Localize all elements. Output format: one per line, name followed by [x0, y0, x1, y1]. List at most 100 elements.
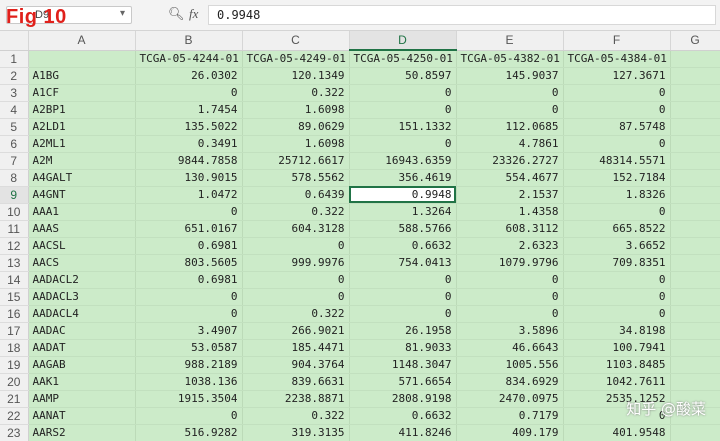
cell-f4[interactable]: 0 [563, 101, 671, 119]
cell-e13[interactable]: 1079.9796 [456, 254, 564, 272]
cell-e1[interactable]: TCGA-05-4382-01 [456, 50, 564, 68]
cell-c8[interactable]: 578.5562 [242, 169, 350, 187]
cell-e18[interactable]: 46.6643 [456, 339, 564, 357]
cell-a8[interactable]: A4GALT [28, 169, 136, 187]
cell-f17[interactable]: 34.8198 [563, 322, 671, 340]
cell-a13[interactable]: AACS [28, 254, 136, 272]
cell-a3[interactable]: A1CF [28, 84, 136, 102]
cell-e8[interactable]: 554.4677 [456, 169, 564, 187]
row-header[interactable]: 1 [0, 50, 29, 68]
cell-f19[interactable]: 1103.8485 [563, 356, 671, 374]
cell-b8[interactable]: 130.9015 [135, 169, 243, 187]
cell-b3[interactable]: 0 [135, 84, 243, 102]
cell-e11[interactable]: 608.3112 [456, 220, 564, 238]
cell-c13[interactable]: 999.9976 [242, 254, 350, 272]
cell-c17[interactable]: 266.9021 [242, 322, 350, 340]
row-header[interactable]: 22 [0, 407, 29, 425]
cell-b22[interactable]: 0 [135, 407, 243, 425]
cell-f8[interactable]: 152.7184 [563, 169, 671, 187]
cell-d9[interactable]: 0.9948 [349, 186, 457, 204]
row-header[interactable]: 11 [0, 220, 29, 238]
cell-a1[interactable] [28, 50, 136, 68]
cell-f12[interactable]: 3.6652 [563, 237, 671, 255]
formula-input[interactable]: 0.9948 [208, 5, 716, 25]
cell-g12[interactable] [670, 237, 720, 255]
cell-a21[interactable]: AAMP [28, 390, 136, 408]
cell-a22[interactable]: AANAT [28, 407, 136, 425]
cell-c20[interactable]: 839.6631 [242, 373, 350, 391]
cell-e10[interactable]: 1.4358 [456, 203, 564, 221]
cell-d20[interactable]: 571.6654 [349, 373, 457, 391]
cell-a6[interactable]: A2ML1 [28, 135, 136, 153]
cell-g15[interactable] [670, 288, 720, 306]
cell-c1[interactable]: TCGA-05-4249-01 [242, 50, 350, 68]
cell-f20[interactable]: 1042.7611 [563, 373, 671, 391]
row-header[interactable]: 8 [0, 169, 29, 187]
cell-c23[interactable]: 319.3135 [242, 424, 350, 441]
row-header[interactable]: 21 [0, 390, 29, 408]
cell-c6[interactable]: 1.6098 [242, 135, 350, 153]
cell-f6[interactable]: 0 [563, 135, 671, 153]
cell-c10[interactable]: 0.322 [242, 203, 350, 221]
cell-b1[interactable]: TCGA-05-4244-01 [135, 50, 243, 68]
cell-e23[interactable]: 409.179 [456, 424, 564, 441]
row-header[interactable]: 3 [0, 84, 29, 102]
cell-b19[interactable]: 988.2189 [135, 356, 243, 374]
cell-b20[interactable]: 1038.136 [135, 373, 243, 391]
row-header[interactable]: 18 [0, 339, 29, 357]
cell-g8[interactable] [670, 169, 720, 187]
cell-b18[interactable]: 53.0587 [135, 339, 243, 357]
cell-f11[interactable]: 665.8522 [563, 220, 671, 238]
row-header[interactable]: 6 [0, 135, 29, 153]
row-header[interactable]: 20 [0, 373, 29, 391]
cell-f2[interactable]: 127.3671 [563, 67, 671, 85]
cell-c3[interactable]: 0.322 [242, 84, 350, 102]
cell-c7[interactable]: 25712.6617 [242, 152, 350, 170]
zoom-icon[interactable]: 🔍︎ [168, 7, 185, 22]
cell-f14[interactable]: 0 [563, 271, 671, 289]
cell-g3[interactable] [670, 84, 720, 102]
column-header-g[interactable]: G [670, 31, 720, 51]
cell-d12[interactable]: 0.6632 [349, 237, 457, 255]
row-header[interactable]: 23 [0, 424, 29, 441]
cell-g9[interactable] [670, 186, 720, 204]
cell-g23[interactable] [670, 424, 720, 441]
cell-b9[interactable]: 1.0472 [135, 186, 243, 204]
cell-f15[interactable]: 0 [563, 288, 671, 306]
cell-c11[interactable]: 604.3128 [242, 220, 350, 238]
column-header-e[interactable]: E [456, 31, 564, 51]
cell-e14[interactable]: 0 [456, 271, 564, 289]
cell-a11[interactable]: AAAS [28, 220, 136, 238]
row-header[interactable]: 14 [0, 271, 29, 289]
cell-b2[interactable]: 26.0302 [135, 67, 243, 85]
cell-b10[interactable]: 0 [135, 203, 243, 221]
cell-b13[interactable]: 803.5605 [135, 254, 243, 272]
cell-g18[interactable] [670, 339, 720, 357]
chevron-down-icon[interactable]: ▾ [120, 8, 125, 19]
cell-d2[interactable]: 50.8597 [349, 67, 457, 85]
cell-c5[interactable]: 89.0629 [242, 118, 350, 136]
cell-a23[interactable]: AARS2 [28, 424, 136, 441]
cell-f13[interactable]: 709.8351 [563, 254, 671, 272]
cell-d1[interactable]: TCGA-05-4250-01 [349, 50, 457, 68]
row-header[interactable]: 16 [0, 305, 29, 323]
cell-d4[interactable]: 0 [349, 101, 457, 119]
cell-b5[interactable]: 135.5022 [135, 118, 243, 136]
cell-b17[interactable]: 3.4907 [135, 322, 243, 340]
cell-b23[interactable]: 516.9282 [135, 424, 243, 441]
cell-e12[interactable]: 2.6323 [456, 237, 564, 255]
row-header[interactable]: 2 [0, 67, 29, 85]
cell-f18[interactable]: 100.7941 [563, 339, 671, 357]
cell-g20[interactable] [670, 373, 720, 391]
row-header[interactable]: 15 [0, 288, 29, 306]
cell-g6[interactable] [670, 135, 720, 153]
cell-f9[interactable]: 1.8326 [563, 186, 671, 204]
cell-a15[interactable]: AADACL3 [28, 288, 136, 306]
column-header-f[interactable]: F [563, 31, 671, 51]
column-header-c[interactable]: C [242, 31, 350, 51]
cell-e5[interactable]: 112.0685 [456, 118, 564, 136]
row-header[interactable]: 19 [0, 356, 29, 374]
cell-a5[interactable]: A2LD1 [28, 118, 136, 136]
cell-e3[interactable]: 0 [456, 84, 564, 102]
cell-a10[interactable]: AAA1 [28, 203, 136, 221]
